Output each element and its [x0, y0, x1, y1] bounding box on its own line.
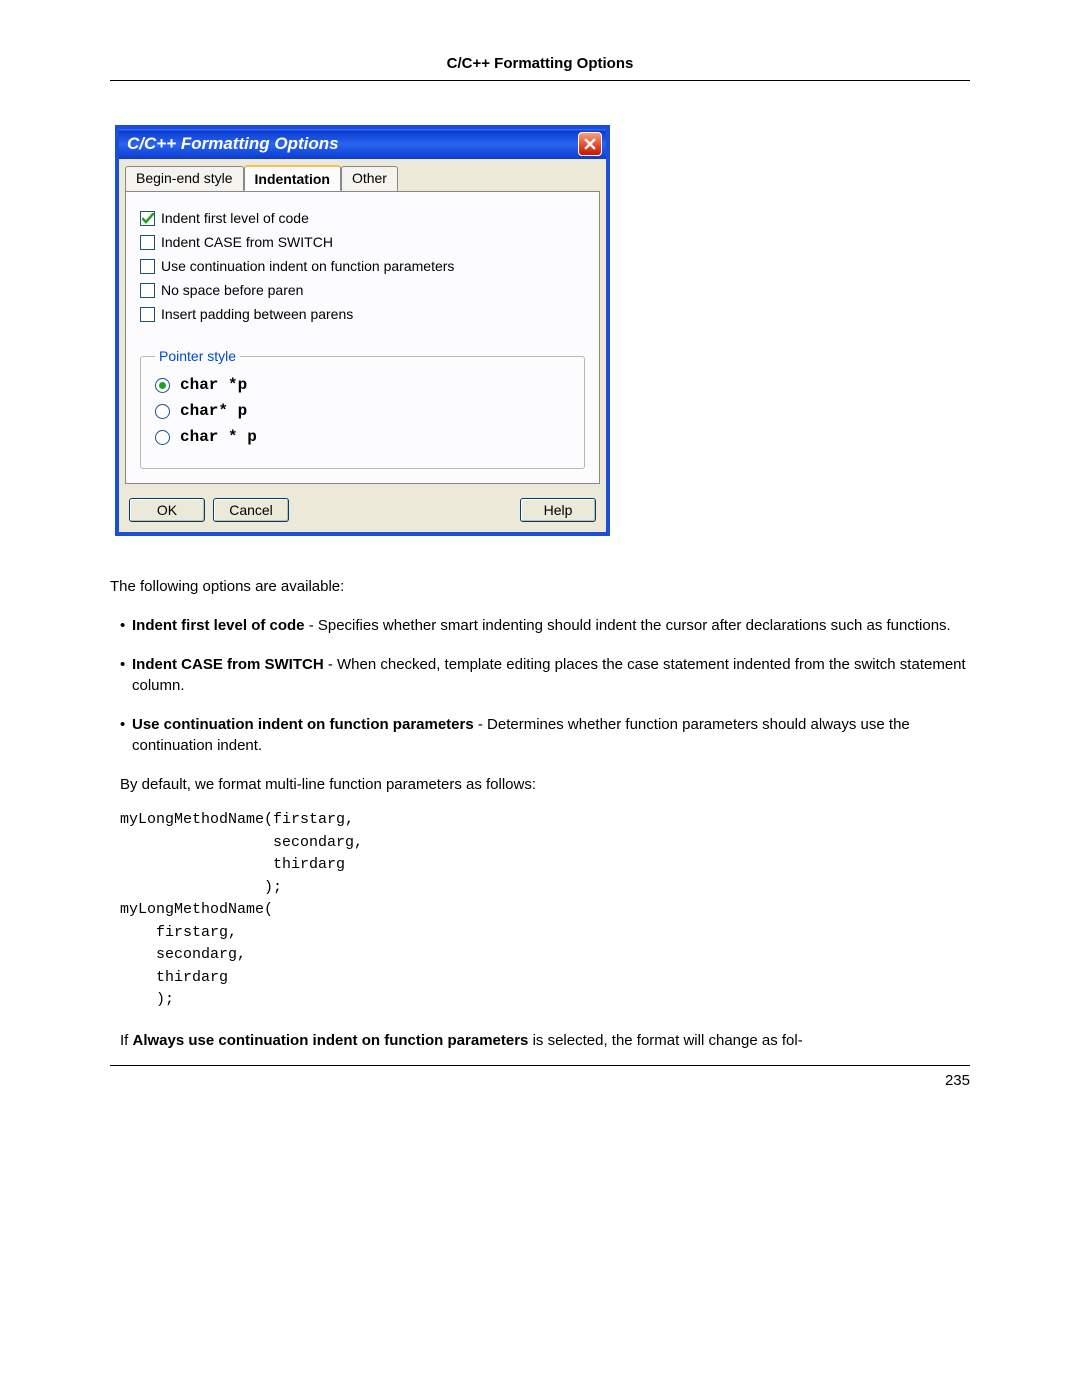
list-item: Indent first level of code - Specifies w…	[120, 615, 970, 636]
checkbox-label: Insert padding between parens	[161, 306, 353, 322]
checkbox-indent-case[interactable]	[140, 235, 155, 250]
radio-label: char* p	[180, 402, 247, 420]
radio-row-charstar-p: char* p	[155, 402, 570, 420]
dialog-screenshot: C/C++ Formatting Options Begin-end style…	[115, 125, 970, 536]
tab-other[interactable]: Other	[341, 166, 398, 192]
option-title: Indent first level of code	[132, 617, 305, 634]
checkbox-no-space-paren[interactable]	[140, 283, 155, 298]
checkbox-label: Indent first level of code	[161, 210, 309, 226]
checkbox-label: Use continuation indent on function para…	[161, 258, 454, 274]
radio-row-char-space-star-p: char * p	[155, 428, 570, 446]
checkbox-row-no-space-paren: No space before paren	[140, 282, 585, 298]
radio-char-space-star-p[interactable]	[155, 430, 170, 445]
dialog-title: C/C++ Formatting Options	[127, 134, 339, 154]
dialog-titlebar: C/C++ Formatting Options	[119, 129, 606, 159]
dialog-button-row: OK Cancel Help	[119, 490, 606, 532]
checkbox-continuation-indent[interactable]	[140, 259, 155, 274]
radio-label: char * p	[180, 428, 257, 446]
pointer-style-group: Pointer style char *p char* p char * p	[140, 348, 585, 469]
checkbox-row-continuation-indent: Use continuation indent on function para…	[140, 258, 585, 274]
trailing-prefix: If	[120, 1032, 133, 1049]
button-spacer	[297, 498, 512, 522]
page-number: 235	[110, 1066, 970, 1119]
trailing-bold: Always use continuation indent on functi…	[133, 1032, 529, 1049]
checkbox-indent-first-level[interactable]	[140, 211, 155, 226]
option-title: Use continuation indent on function para…	[132, 716, 474, 733]
header-rule	[110, 80, 970, 81]
tabs-row: Begin-end style Indentation Other	[119, 159, 606, 191]
code-example: myLongMethodName(firstarg, secondarg, th…	[120, 809, 970, 1012]
checkbox-row-indent-first-level: Indent first level of code	[140, 210, 585, 226]
tab-panel-indentation: Indent first level of code Indent CASE f…	[125, 191, 600, 484]
checkmark-icon	[142, 213, 154, 225]
ok-button[interactable]: OK	[129, 498, 205, 522]
intro-line: The following options are available:	[110, 576, 970, 597]
tab-begin-end-style[interactable]: Begin-end style	[125, 166, 244, 192]
body-text: The following options are available: Ind…	[110, 576, 970, 1051]
checkbox-padding-parens[interactable]	[140, 307, 155, 322]
close-button[interactable]	[578, 132, 602, 156]
list-item: Indent CASE from SWITCH - When checked, …	[120, 654, 970, 696]
option-list: Indent first level of code - Specifies w…	[110, 615, 970, 756]
formatting-options-dialog: C/C++ Formatting Options Begin-end style…	[115, 125, 610, 536]
option-title: Indent CASE from SWITCH	[132, 656, 324, 673]
trailing-paragraph: If Always use continuation indent on fun…	[110, 1030, 970, 1051]
close-icon	[584, 138, 596, 150]
radio-charstar-p[interactable]	[155, 404, 170, 419]
checkbox-row-indent-case: Indent CASE from SWITCH	[140, 234, 585, 250]
checkbox-label: Indent CASE from SWITCH	[161, 234, 333, 250]
default-format-line: By default, we format multi-line functio…	[110, 774, 970, 795]
tab-indentation[interactable]: Indentation	[244, 165, 341, 191]
checkbox-label: No space before paren	[161, 282, 303, 298]
trailing-suffix: is selected, the format will change as f…	[528, 1032, 802, 1049]
radio-row-char-star-p: char *p	[155, 376, 570, 394]
radio-label: char *p	[180, 376, 247, 394]
radio-char-star-p[interactable]	[155, 378, 170, 393]
pointer-style-legend: Pointer style	[155, 348, 240, 364]
checkbox-row-padding-parens: Insert padding between parens	[140, 306, 585, 322]
cancel-button[interactable]: Cancel	[213, 498, 289, 522]
list-item: Use continuation indent on function para…	[120, 714, 970, 756]
page-header-title: C/C++ Formatting Options	[110, 55, 970, 80]
help-button[interactable]: Help	[520, 498, 596, 522]
option-desc: - Specifies whether smart indenting shou…	[305, 617, 951, 634]
